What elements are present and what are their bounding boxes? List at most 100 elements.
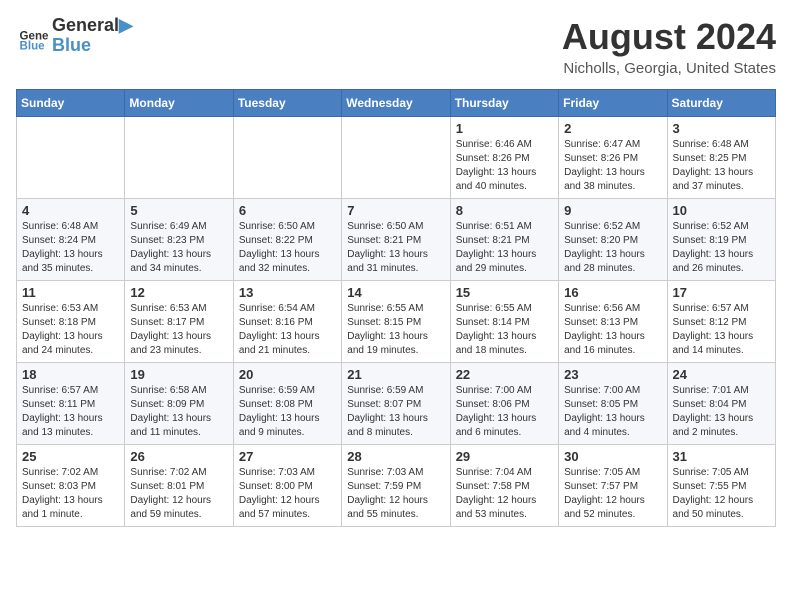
calendar-cell: 16Sunrise: 6:56 AM Sunset: 8:13 PM Dayli… bbox=[559, 281, 667, 363]
day-info: Sunrise: 6:57 AM Sunset: 8:11 PM Dayligh… bbox=[22, 384, 119, 440]
calendar-cell: 8 Sunrise: 6:51 AM Sunset: 8:21 PM Daylig… bbox=[450, 199, 558, 281]
day-number: 15 bbox=[456, 285, 553, 300]
weekday-header-sunday: Sunday bbox=[17, 90, 125, 117]
calendar-cell: 17 Sunrise: 6:57 AM Sunset: 8:12 PM Dayli… bbox=[667, 281, 775, 363]
day-number: 14 bbox=[347, 285, 444, 300]
calendar-cell: 2Sunrise: 6:47 AM Sunset: 8:26 PM Daylig… bbox=[559, 117, 667, 199]
calendar-cell: 3 Sunrise: 6:48 AM Sunset: 8:25 PM Daylig… bbox=[667, 117, 775, 199]
weekday-header-thursday: Thursday bbox=[450, 90, 558, 117]
calendar-cell: 27 Sunrise: 7:03 AM Sunset: 8:00 PM Dayli… bbox=[233, 445, 341, 527]
day-info: Sunrise: 6:53 AM Sunset: 8:18 PM Dayligh… bbox=[22, 302, 119, 358]
weekday-header-row: SundayMondayTuesdayWednesdayThursdayFrid… bbox=[17, 90, 776, 117]
logo-line1: General▶ bbox=[52, 16, 133, 36]
calendar-cell: 31Sunrise: 7:05 AM Sunset: 7:55 PM Dayli… bbox=[667, 445, 775, 527]
calendar-week-5: 25Sunrise: 7:02 AM Sunset: 8:03 PM Dayli… bbox=[17, 445, 776, 527]
day-info: Sunrise: 6:46 AM Sunset: 8:26 PM Dayligh… bbox=[456, 138, 553, 194]
day-info: Sunrise: 6:50 AM Sunset: 8:21 PM Dayligh… bbox=[347, 220, 444, 276]
day-info: Sunrise: 7:02 AM Sunset: 8:03 PM Dayligh… bbox=[22, 466, 119, 522]
calendar-cell: 14 Sunrise: 6:55 AM Sunset: 8:15 PM Dayli… bbox=[342, 281, 450, 363]
calendar-cell: 23Sunrise: 7:00 AM Sunset: 8:05 PM Dayli… bbox=[559, 363, 667, 445]
calendar-cell: 9 Sunrise: 6:52 AM Sunset: 8:20 PM Daylig… bbox=[559, 199, 667, 281]
calendar-cell: 26Sunrise: 7:02 AM Sunset: 8:01 PM Dayli… bbox=[125, 445, 233, 527]
day-info: Sunrise: 7:05 AM Sunset: 7:57 PM Dayligh… bbox=[564, 466, 661, 522]
weekday-header-friday: Friday bbox=[559, 90, 667, 117]
day-info: Sunrise: 6:47 AM Sunset: 8:26 PM Dayligh… bbox=[564, 138, 661, 194]
calendar-cell: 21Sunrise: 6:59 AM Sunset: 8:07 PM Dayli… bbox=[342, 363, 450, 445]
day-number: 5 bbox=[130, 203, 227, 218]
day-number: 10 bbox=[673, 203, 770, 218]
svg-text:Blue: Blue bbox=[20, 40, 46, 52]
day-info: Sunrise: 6:55 AM Sunset: 8:15 PM Dayligh… bbox=[347, 302, 444, 358]
weekday-header-monday: Monday bbox=[125, 90, 233, 117]
day-number: 1 bbox=[456, 121, 553, 136]
day-info: Sunrise: 6:58 AM Sunset: 8:09 PM Dayligh… bbox=[130, 384, 227, 440]
month-year-title: August 2024 bbox=[562, 16, 776, 58]
calendar-cell: 24 Sunrise: 7:01 AM Sunset: 8:04 PM Dayli… bbox=[667, 363, 775, 445]
day-number: 3 bbox=[673, 121, 770, 136]
day-info: Sunrise: 6:51 AM Sunset: 8:21 PM Dayligh… bbox=[456, 220, 553, 276]
calendar-cell: 25Sunrise: 7:02 AM Sunset: 8:03 PM Dayli… bbox=[17, 445, 125, 527]
calendar-cell: 1 Sunrise: 6:46 AM Sunset: 8:26 PM Daylig… bbox=[450, 117, 558, 199]
calendar-week-1: 1 Sunrise: 6:46 AM Sunset: 8:26 PM Daylig… bbox=[17, 117, 776, 199]
day-number: 7 bbox=[347, 203, 444, 218]
day-number: 8 bbox=[456, 203, 553, 218]
day-number: 24 bbox=[673, 367, 770, 382]
calendar-cell bbox=[233, 117, 341, 199]
day-info: Sunrise: 6:59 AM Sunset: 8:08 PM Dayligh… bbox=[239, 384, 336, 440]
calendar-cell: 12 Sunrise: 6:53 AM Sunset: 8:17 PM Dayli… bbox=[125, 281, 233, 363]
day-info: Sunrise: 6:50 AM Sunset: 8:22 PM Dayligh… bbox=[239, 220, 336, 276]
day-info: Sunrise: 7:03 AM Sunset: 8:00 PM Dayligh… bbox=[239, 466, 336, 522]
calendar-cell: 19 Sunrise: 6:58 AM Sunset: 8:09 PM Dayli… bbox=[125, 363, 233, 445]
day-number: 30 bbox=[564, 449, 661, 464]
day-info: Sunrise: 6:52 AM Sunset: 8:19 PM Dayligh… bbox=[673, 220, 770, 276]
location-subtitle: Nicholls, Georgia, United States bbox=[562, 60, 776, 77]
day-info: Sunrise: 6:52 AM Sunset: 8:20 PM Dayligh… bbox=[564, 220, 661, 276]
day-number: 20 bbox=[239, 367, 336, 382]
day-info: Sunrise: 7:01 AM Sunset: 8:04 PM Dayligh… bbox=[673, 384, 770, 440]
day-info: Sunrise: 6:57 AM Sunset: 8:12 PM Dayligh… bbox=[673, 302, 770, 358]
day-number: 4 bbox=[22, 203, 119, 218]
day-number: 19 bbox=[130, 367, 227, 382]
day-number: 9 bbox=[564, 203, 661, 218]
day-info: Sunrise: 7:04 AM Sunset: 7:58 PM Dayligh… bbox=[456, 466, 553, 522]
day-number: 21 bbox=[347, 367, 444, 382]
calendar-week-3: 11Sunrise: 6:53 AM Sunset: 8:18 PM Dayli… bbox=[17, 281, 776, 363]
day-number: 18 bbox=[22, 367, 119, 382]
calendar-cell: 6Sunrise: 6:50 AM Sunset: 8:22 PM Daylig… bbox=[233, 199, 341, 281]
calendar-cell: 10 Sunrise: 6:52 AM Sunset: 8:19 PM Dayli… bbox=[667, 199, 775, 281]
calendar-cell: 30 Sunrise: 7:05 AM Sunset: 7:57 PM Dayli… bbox=[559, 445, 667, 527]
day-number: 29 bbox=[456, 449, 553, 464]
calendar-cell: 28Sunrise: 7:03 AM Sunset: 7:59 PM Dayli… bbox=[342, 445, 450, 527]
day-info: Sunrise: 6:53 AM Sunset: 8:17 PM Dayligh… bbox=[130, 302, 227, 358]
calendar-week-4: 18 Sunrise: 6:57 AM Sunset: 8:11 PM Dayli… bbox=[17, 363, 776, 445]
day-info: Sunrise: 6:48 AM Sunset: 8:25 PM Dayligh… bbox=[673, 138, 770, 194]
day-info: Sunrise: 6:56 AM Sunset: 8:13 PM Dayligh… bbox=[564, 302, 661, 358]
day-number: 27 bbox=[239, 449, 336, 464]
weekday-header-wednesday: Wednesday bbox=[342, 90, 450, 117]
calendar-week-2: 4 Sunrise: 6:48 AM Sunset: 8:24 PM Daylig… bbox=[17, 199, 776, 281]
day-number: 26 bbox=[130, 449, 227, 464]
day-number: 28 bbox=[347, 449, 444, 464]
calendar-cell: 29 Sunrise: 7:04 AM Sunset: 7:58 PM Dayli… bbox=[450, 445, 558, 527]
day-number: 22 bbox=[456, 367, 553, 382]
day-info: Sunrise: 7:05 AM Sunset: 7:55 PM Dayligh… bbox=[673, 466, 770, 522]
page-header: General Blue General▶ Blue August 2024 N… bbox=[16, 16, 776, 77]
calendar-cell: 15Sunrise: 6:55 AM Sunset: 8:14 PM Dayli… bbox=[450, 281, 558, 363]
calendar-cell bbox=[125, 117, 233, 199]
day-info: Sunrise: 6:54 AM Sunset: 8:16 PM Dayligh… bbox=[239, 302, 336, 358]
calendar-cell: 22Sunrise: 7:00 AM Sunset: 8:06 PM Dayli… bbox=[450, 363, 558, 445]
calendar-cell: 5Sunrise: 6:49 AM Sunset: 8:23 PM Daylig… bbox=[125, 199, 233, 281]
calendar-cell bbox=[17, 117, 125, 199]
day-number: 13 bbox=[239, 285, 336, 300]
calendar-table: SundayMondayTuesdayWednesdayThursdayFrid… bbox=[16, 89, 776, 527]
calendar-cell: 18 Sunrise: 6:57 AM Sunset: 8:11 PM Dayli… bbox=[17, 363, 125, 445]
logo-icon: General Blue bbox=[16, 20, 48, 52]
day-number: 12 bbox=[130, 285, 227, 300]
calendar-cell bbox=[342, 117, 450, 199]
logo-line2: Blue bbox=[52, 36, 133, 56]
calendar-cell: 20 Sunrise: 6:59 AM Sunset: 8:08 PM Dayli… bbox=[233, 363, 341, 445]
day-number: 17 bbox=[673, 285, 770, 300]
day-info: Sunrise: 6:48 AM Sunset: 8:24 PM Dayligh… bbox=[22, 220, 119, 276]
calendar-cell: 13 Sunrise: 6:54 AM Sunset: 8:16 PM Dayli… bbox=[233, 281, 341, 363]
day-info: Sunrise: 7:00 AM Sunset: 8:05 PM Dayligh… bbox=[564, 384, 661, 440]
